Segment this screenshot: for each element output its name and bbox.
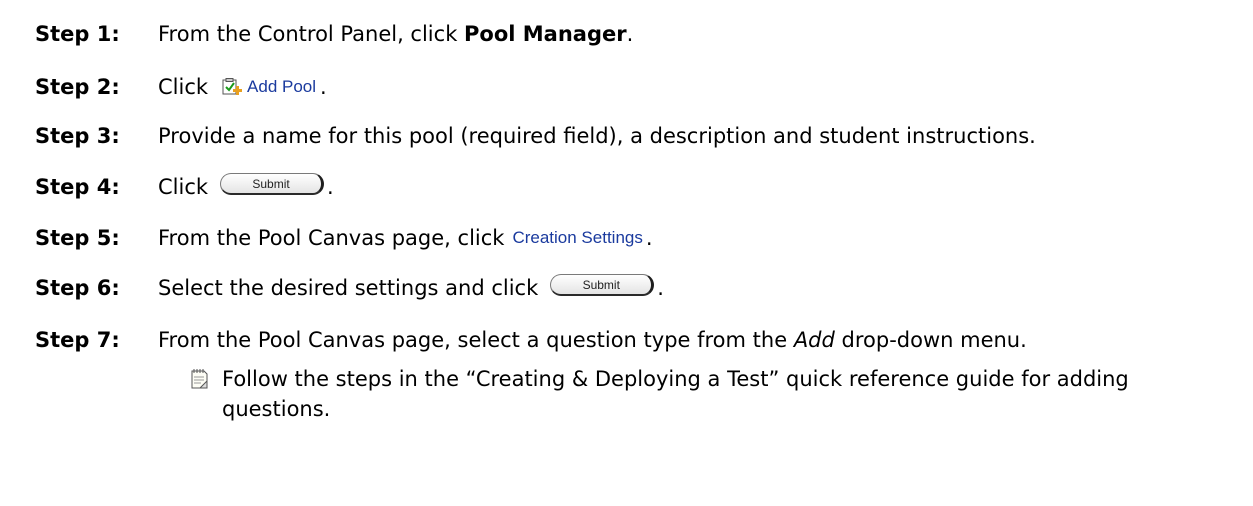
- step-text-before: From the Pool Canvas page, click: [158, 226, 505, 250]
- add-pool-label: Add Pool: [247, 77, 317, 96]
- step-text-before: Click: [158, 175, 209, 199]
- step-text: Click Add Pool .: [158, 67, 327, 107]
- notepad-icon: [191, 369, 208, 389]
- add-pool-button[interactable]: Add Pool: [222, 67, 316, 107]
- step-2: Step 2: Click Add Pool .: [0, 67, 1253, 107]
- step-7: Step 7: From the Pool Canvas page, selec…: [0, 320, 1253, 360]
- step-text-after: drop-down menu.: [834, 328, 1027, 352]
- step-text: From the Pool Canvas page, select a ques…: [158, 320, 1027, 360]
- step-text: Provide a name for this pool (required f…: [158, 124, 1036, 148]
- step-text-before: From the Control Panel, click: [158, 22, 465, 46]
- step-text: Click Submit .: [158, 167, 334, 207]
- step-text-after: .: [626, 22, 634, 46]
- step-text-after: .: [327, 175, 334, 199]
- add-menu-text: Add: [793, 328, 835, 352]
- step-text: Select the desired settings and click Su…: [158, 268, 664, 308]
- pool-manager-text: Pool Manager: [464, 22, 627, 46]
- step-6: Step 6: Select the desired settings and …: [0, 268, 1253, 308]
- creation-settings-link[interactable]: Creation Settings: [512, 218, 642, 258]
- step-label: Step 7:: [35, 328, 120, 352]
- step-text-after: .: [645, 226, 653, 250]
- step-label: Step 5:: [35, 226, 120, 250]
- step-label: Step 2:: [35, 75, 120, 99]
- step-5: Step 5: From the Pool Canvas page, click…: [0, 218, 1253, 258]
- note-text: Follow the steps in the “Creating & Depl…: [222, 367, 1129, 421]
- step-text-after: .: [657, 276, 664, 300]
- step-label: Step 4:: [35, 175, 120, 199]
- note: Follow the steps in the “Creating & Depl…: [188, 364, 1228, 424]
- step-text-before: Select the desired settings and click: [158, 276, 539, 300]
- add-pool-icon: [222, 78, 243, 95]
- submit-button[interactable]: Submit: [550, 274, 655, 296]
- step-label: Step 1:: [35, 22, 120, 46]
- step-label: Step 3:: [35, 124, 120, 148]
- step-text: From the Control Panel, click Pool Manag…: [158, 14, 633, 54]
- step-text-after: .: [320, 75, 327, 99]
- step-4: Step 4: Click Submit .: [0, 167, 1253, 207]
- step-1: Step 1: From the Control Panel, click Po…: [0, 14, 1253, 54]
- submit-button[interactable]: Submit: [220, 173, 325, 195]
- step-text-before: From the Pool Canvas page, select a ques…: [158, 328, 794, 352]
- step-text: From the Pool Canvas page, click Creatio…: [158, 218, 653, 258]
- step-3: Step 3: Provide a name for this pool (re…: [0, 116, 1253, 156]
- step-text-before: Click: [158, 75, 209, 99]
- step-label: Step 6:: [35, 276, 120, 300]
